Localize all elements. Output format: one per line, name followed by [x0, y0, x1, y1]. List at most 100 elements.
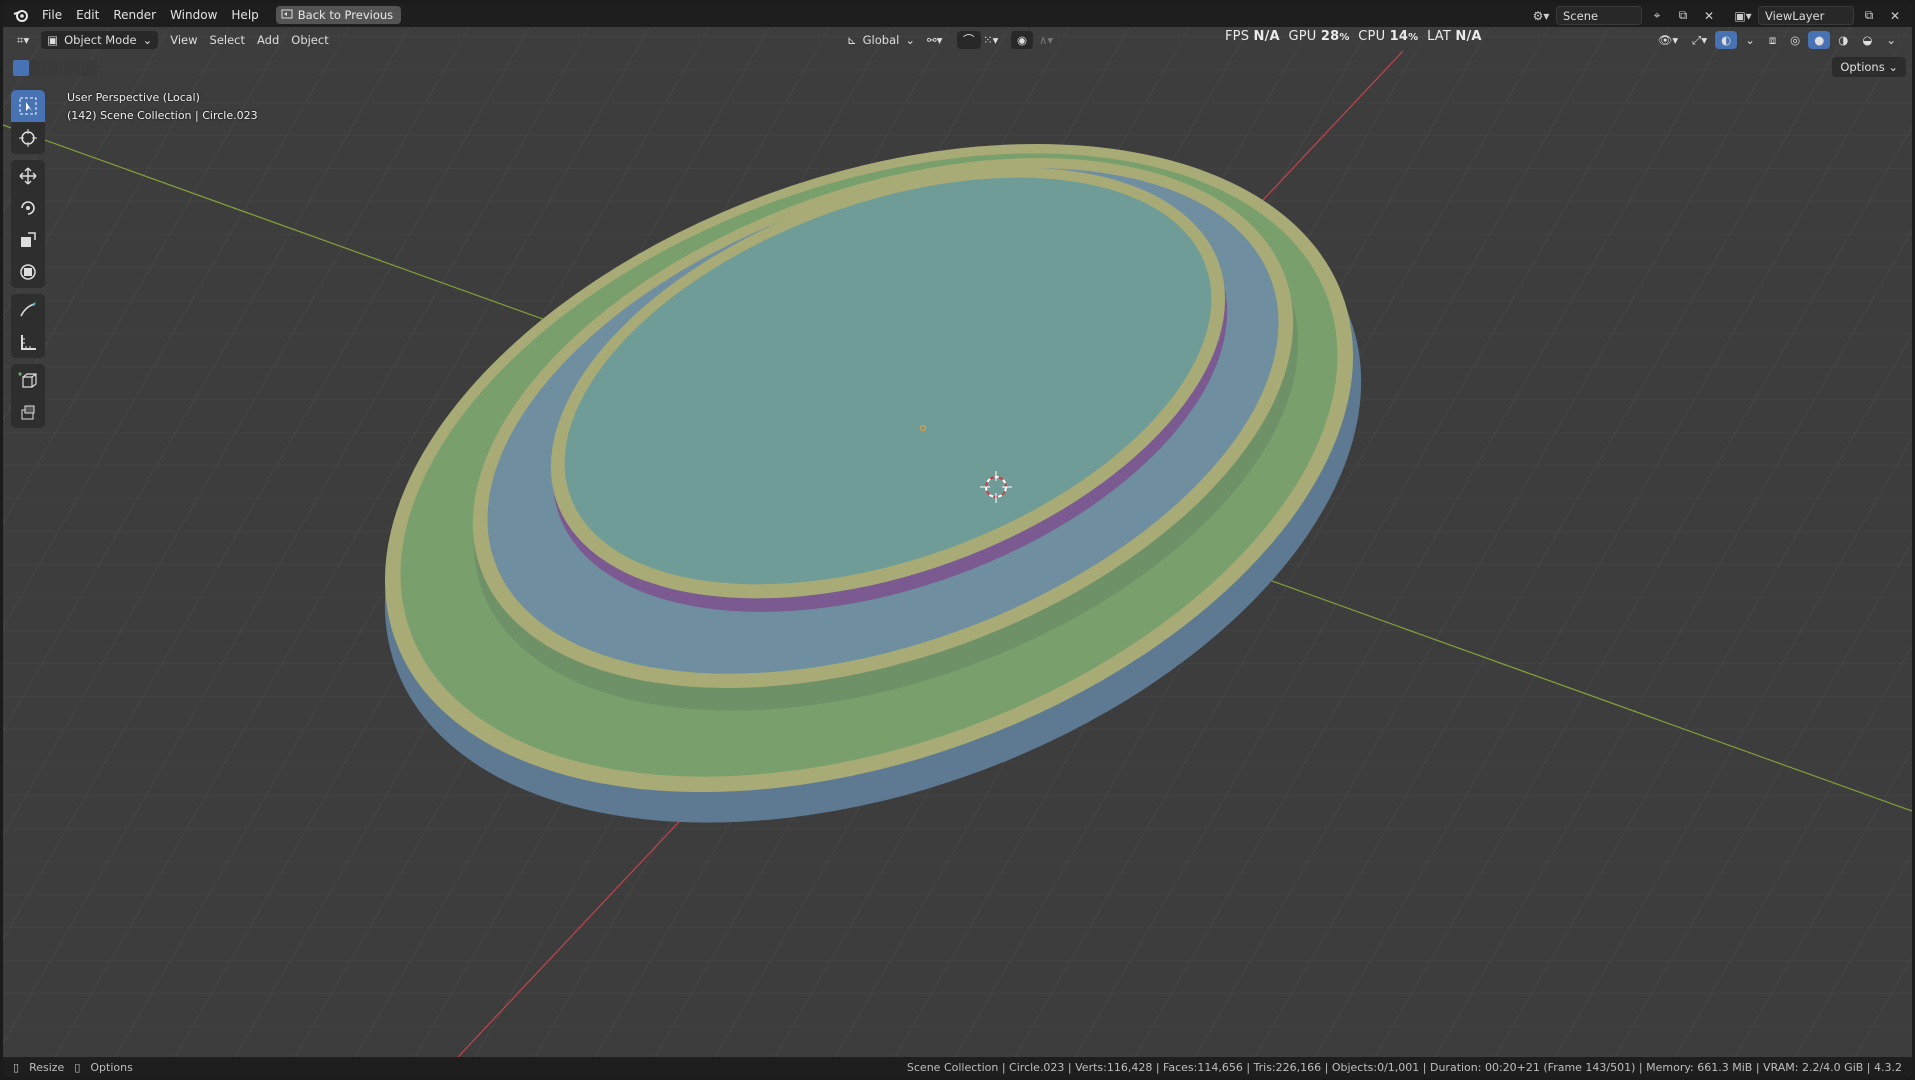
falloff-icon[interactable]: ∧▾: [1033, 31, 1059, 49]
cpu-value: 14: [1389, 29, 1409, 44]
back-to-previous-button[interactable]: Back to Previous: [275, 6, 402, 24]
menu-window[interactable]: Window: [163, 3, 224, 27]
scene-name: Scene: [1563, 8, 1599, 23]
select-box-tool[interactable]: [11, 90, 45, 122]
remove-scene-icon[interactable]: ✕: [1698, 7, 1720, 25]
solid-shading-icon[interactable]: ●: [1808, 31, 1831, 49]
viewport-canvas[interactable]: [3, 3, 1912, 1058]
gpu-percent: %: [1339, 32, 1350, 43]
snap-target-icon[interactable]: ⁙▾: [977, 31, 1004, 49]
add-cube-tool[interactable]: [11, 364, 45, 396]
cpu-label: CPU: [1358, 29, 1386, 44]
header-menu-add[interactable]: Add: [251, 31, 285, 49]
lat-label: LAT: [1427, 29, 1452, 44]
scale-icon: [21, 232, 36, 247]
cursor-tool[interactable]: [11, 122, 45, 154]
viewlayer-field[interactable]: ViewLayer: [1758, 6, 1854, 25]
mode-label: Object Mode: [64, 33, 137, 47]
transform-icon: [20, 264, 36, 280]
rotate-icon: [21, 201, 35, 215]
chevron-down-icon: ⌄: [905, 33, 915, 47]
menu-help[interactable]: Help: [224, 3, 265, 27]
scale-tool[interactable]: [11, 224, 45, 256]
overlay-icon[interactable]: ◐: [1715, 31, 1738, 49]
menu-file[interactable]: File: [35, 3, 69, 27]
visibility-icon[interactable]: 👁▾: [1652, 31, 1684, 49]
gpu-label: GPU: [1288, 29, 1317, 44]
rendered-shading-icon[interactable]: ◒: [1856, 31, 1878, 49]
scene-field[interactable]: Scene: [1556, 6, 1642, 25]
options-hint: Options: [90, 1060, 133, 1074]
back-icon: [281, 8, 293, 23]
overlay-dropdown-icon[interactable]: ⌄: [1739, 31, 1761, 49]
measure-icon: [21, 335, 36, 350]
selection-mode-buttons: [13, 60, 97, 76]
viewlayer-selector-icon[interactable]: ▣▾: [1732, 7, 1754, 25]
editor-type-icon[interactable]: ⌗▾: [11, 31, 35, 49]
transform-orientation[interactable]: ⊾ Global ⌄: [841, 31, 921, 49]
fps-value: N/A: [1253, 29, 1280, 44]
select-subtract-icon[interactable]: [47, 60, 63, 76]
mouse-right-icon: ▯: [74, 1060, 81, 1074]
orientation-icon: ⊾: [847, 33, 857, 47]
rotate-tool[interactable]: [11, 192, 45, 224]
annotate-icon: [20, 302, 36, 317]
move-icon: [19, 167, 37, 185]
wireframe-shading-icon[interactable]: ◎: [1784, 31, 1806, 49]
resize-hint: Resize: [29, 1060, 65, 1074]
status-bar: ▯ Resize ▯ Options Scene Collection | Ci…: [3, 1057, 1912, 1077]
gizmo-icon[interactable]: ⤢▾: [1686, 31, 1713, 49]
header-menu-select[interactable]: Select: [204, 31, 251, 49]
tool-shelf: [11, 90, 45, 434]
pivot-point-icon[interactable]: ⚯▾: [921, 31, 948, 49]
top-menu-bar: File Edit Render Window Help Back to Pre…: [3, 3, 1912, 27]
scene-selector-icon[interactable]: ⚙▾: [1530, 7, 1552, 25]
orientation-label: Global: [862, 33, 900, 47]
pin-icon[interactable]: ⌖: [1646, 7, 1668, 25]
viewport-header: ⌗▾ ▣ Object Mode ⌄ View Select Add Objec…: [3, 27, 1912, 53]
select-extend-icon[interactable]: [30, 60, 46, 76]
object-mode-icon: ▣: [47, 33, 59, 47]
menu-edit[interactable]: Edit: [69, 3, 106, 27]
performance-overlay: FPS N/A GPU 28% CPU 14% LAT N/A: [1225, 29, 1482, 44]
mode-selector[interactable]: ▣ Object Mode ⌄: [41, 31, 159, 49]
proportional-edit-icon[interactable]: ◉: [1011, 31, 1034, 49]
cursor-icon: [19, 129, 37, 147]
move-tool[interactable]: [11, 160, 45, 192]
extrude-tool[interactable]: [11, 396, 45, 428]
perspective-label: User Perspective (Local): [67, 91, 200, 104]
material-shading-icon[interactable]: ◑: [1832, 31, 1854, 49]
mouse-left-icon: ▯: [13, 1060, 20, 1074]
blender-logo-icon[interactable]: [7, 3, 35, 27]
header-menu-object[interactable]: Object: [285, 31, 334, 49]
collection-label: (142) Scene Collection | Circle.023: [67, 109, 258, 122]
xray-icon[interactable]: ⧈: [1763, 31, 1782, 49]
new-scene-icon[interactable]: ⧉: [1672, 7, 1694, 25]
menu-render[interactable]: Render: [106, 3, 163, 27]
extrude-icon: [21, 405, 35, 420]
back-to-previous-label: Back to Previous: [297, 8, 394, 22]
measure-tool[interactable]: [11, 326, 45, 358]
add-cube-icon: [18, 372, 37, 388]
chevron-down-icon: ⌄: [142, 33, 153, 47]
select-new-icon[interactable]: [13, 60, 29, 76]
header-menu-view[interactable]: View: [164, 31, 203, 49]
transform-tool[interactable]: [11, 256, 45, 288]
viewport-info: User Perspective (Local) (142) Scene Col…: [67, 89, 258, 125]
blender-window: File Edit Render Window Help Back to Pre…: [3, 3, 1912, 1077]
fps-label: FPS: [1225, 29, 1250, 44]
shading-dropdown-icon[interactable]: ⌄: [1880, 31, 1902, 49]
viewlayer-name: ViewLayer: [1765, 8, 1825, 23]
scene-statistics: Scene Collection | Circle.023 | Verts:11…: [906, 1060, 1902, 1074]
gpu-value: 28: [1320, 29, 1340, 44]
select-intersect-icon[interactable]: [81, 60, 97, 76]
annotate-tool[interactable]: [11, 294, 45, 326]
new-viewlayer-icon[interactable]: ⧉: [1858, 7, 1880, 25]
select-box-icon: [19, 97, 37, 115]
3d-viewport[interactable]: [3, 3, 1912, 1058]
remove-viewlayer-icon[interactable]: ✕: [1884, 7, 1906, 25]
options-label: Options: [1840, 60, 1885, 74]
select-invert-icon[interactable]: [64, 60, 80, 76]
options-dropdown[interactable]: Options ⌄: [1832, 57, 1906, 77]
cpu-percent: %: [1408, 32, 1419, 43]
